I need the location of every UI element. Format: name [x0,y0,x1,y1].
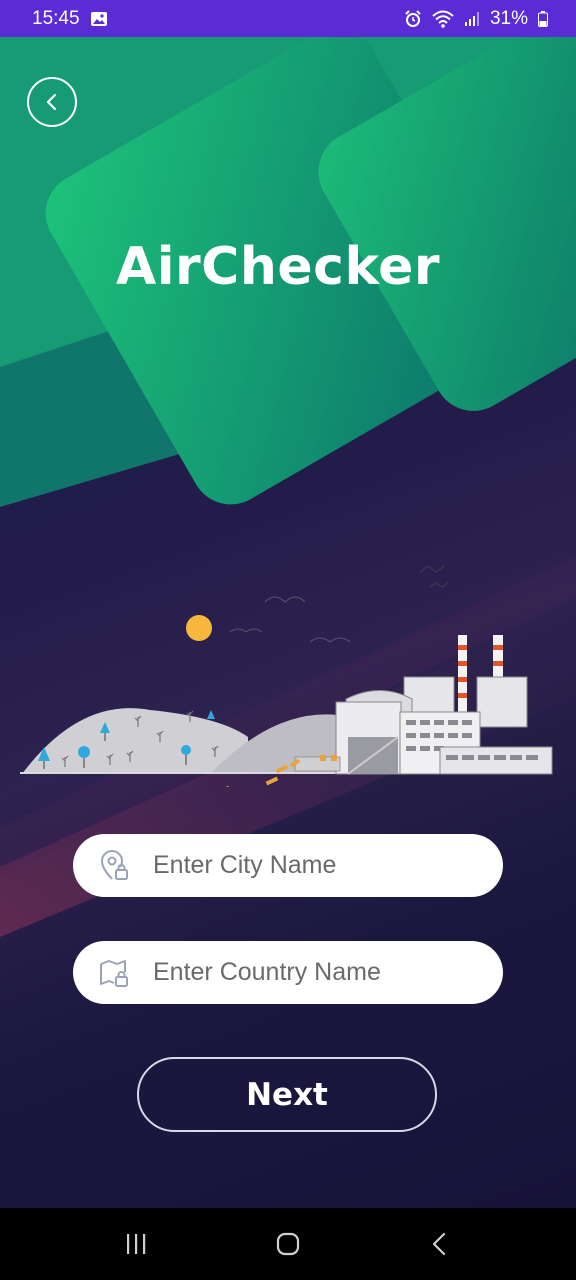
image-icon [90,11,108,27]
wifi-icon [432,10,454,28]
status-time: 15:45 [32,7,80,29]
factory-illustration [20,565,553,787]
signal-icon [464,11,480,27]
recent-apps-button[interactable] [106,1214,166,1274]
country-input-field[interactable] [73,941,503,1004]
back-icon [432,1232,446,1256]
alarm-icon [404,9,422,28]
sun-icon [186,615,212,641]
status-bar: 15:45 31% [0,0,576,37]
location-pin-icon [97,849,131,883]
app-screen: AirChecker Enter City Name Enter Country… [0,37,576,1208]
back-button[interactable] [27,77,77,127]
next-button[interactable]: Next [137,1057,437,1132]
city-input-field[interactable] [73,834,503,897]
country-input[interactable] [153,958,473,987]
home-button[interactable] [258,1214,318,1274]
map-icon [97,956,131,990]
nav-back-button[interactable] [410,1214,470,1274]
city-input[interactable] [153,851,473,880]
battery-level: 31% [489,7,528,29]
navigation-bar [0,1208,576,1280]
app-title: AirChecker [115,237,441,297]
recent-apps-icon [127,1234,146,1254]
battery-icon [538,10,548,27]
chevron-left-icon [46,93,57,111]
home-icon [276,1232,300,1256]
